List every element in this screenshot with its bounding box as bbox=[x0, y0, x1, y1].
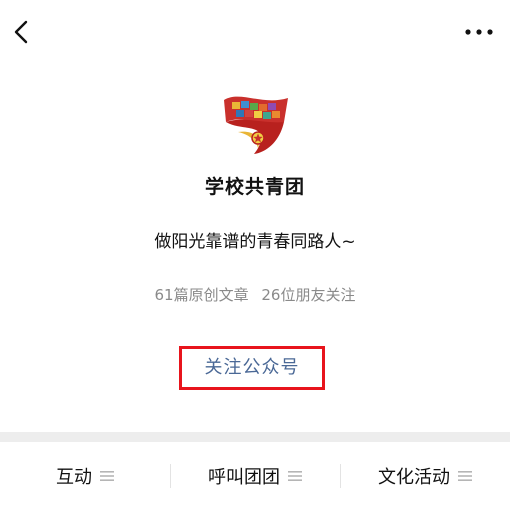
menu-item-label: 文化活动 bbox=[378, 467, 450, 488]
menu-item-label: 互动 bbox=[56, 467, 92, 488]
follow-button-highlight: 关注公众号 bbox=[179, 346, 325, 390]
menu-lines-icon bbox=[288, 471, 302, 481]
menu-lines-icon bbox=[458, 471, 472, 481]
follow-account-button[interactable]: 关注公众号 bbox=[182, 349, 322, 387]
menu-lines-icon bbox=[100, 471, 114, 481]
menu-item-interaction[interactable]: 互动 bbox=[0, 442, 170, 510]
menu-item-label: 呼叫团团 bbox=[208, 467, 280, 488]
menu-item-cultural-activities[interactable]: 文化活动 bbox=[340, 442, 510, 510]
more-button[interactable] bbox=[462, 22, 496, 42]
account-slogan: 做阳光靠谱的青春同路人~ bbox=[154, 232, 356, 252]
communist-youth-league-logo bbox=[224, 96, 288, 154]
back-button[interactable] bbox=[8, 16, 36, 48]
top-bar bbox=[0, 0, 510, 60]
chevron-left-icon bbox=[14, 20, 28, 44]
more-dots-icon bbox=[465, 29, 493, 35]
follower-count[interactable]: 26位朋友关注 bbox=[261, 286, 355, 304]
account-stats: 61篇原创文章 26位朋友关注 bbox=[0, 284, 510, 305]
bottom-menu: 互动 呼叫团团 文化活动 bbox=[0, 442, 510, 510]
article-count[interactable]: 61篇原创文章 bbox=[155, 286, 249, 304]
account-name: 学校共青团 bbox=[204, 176, 305, 198]
section-divider bbox=[0, 432, 510, 442]
menu-item-call-tuantuan[interactable]: 呼叫团团 bbox=[170, 442, 340, 510]
